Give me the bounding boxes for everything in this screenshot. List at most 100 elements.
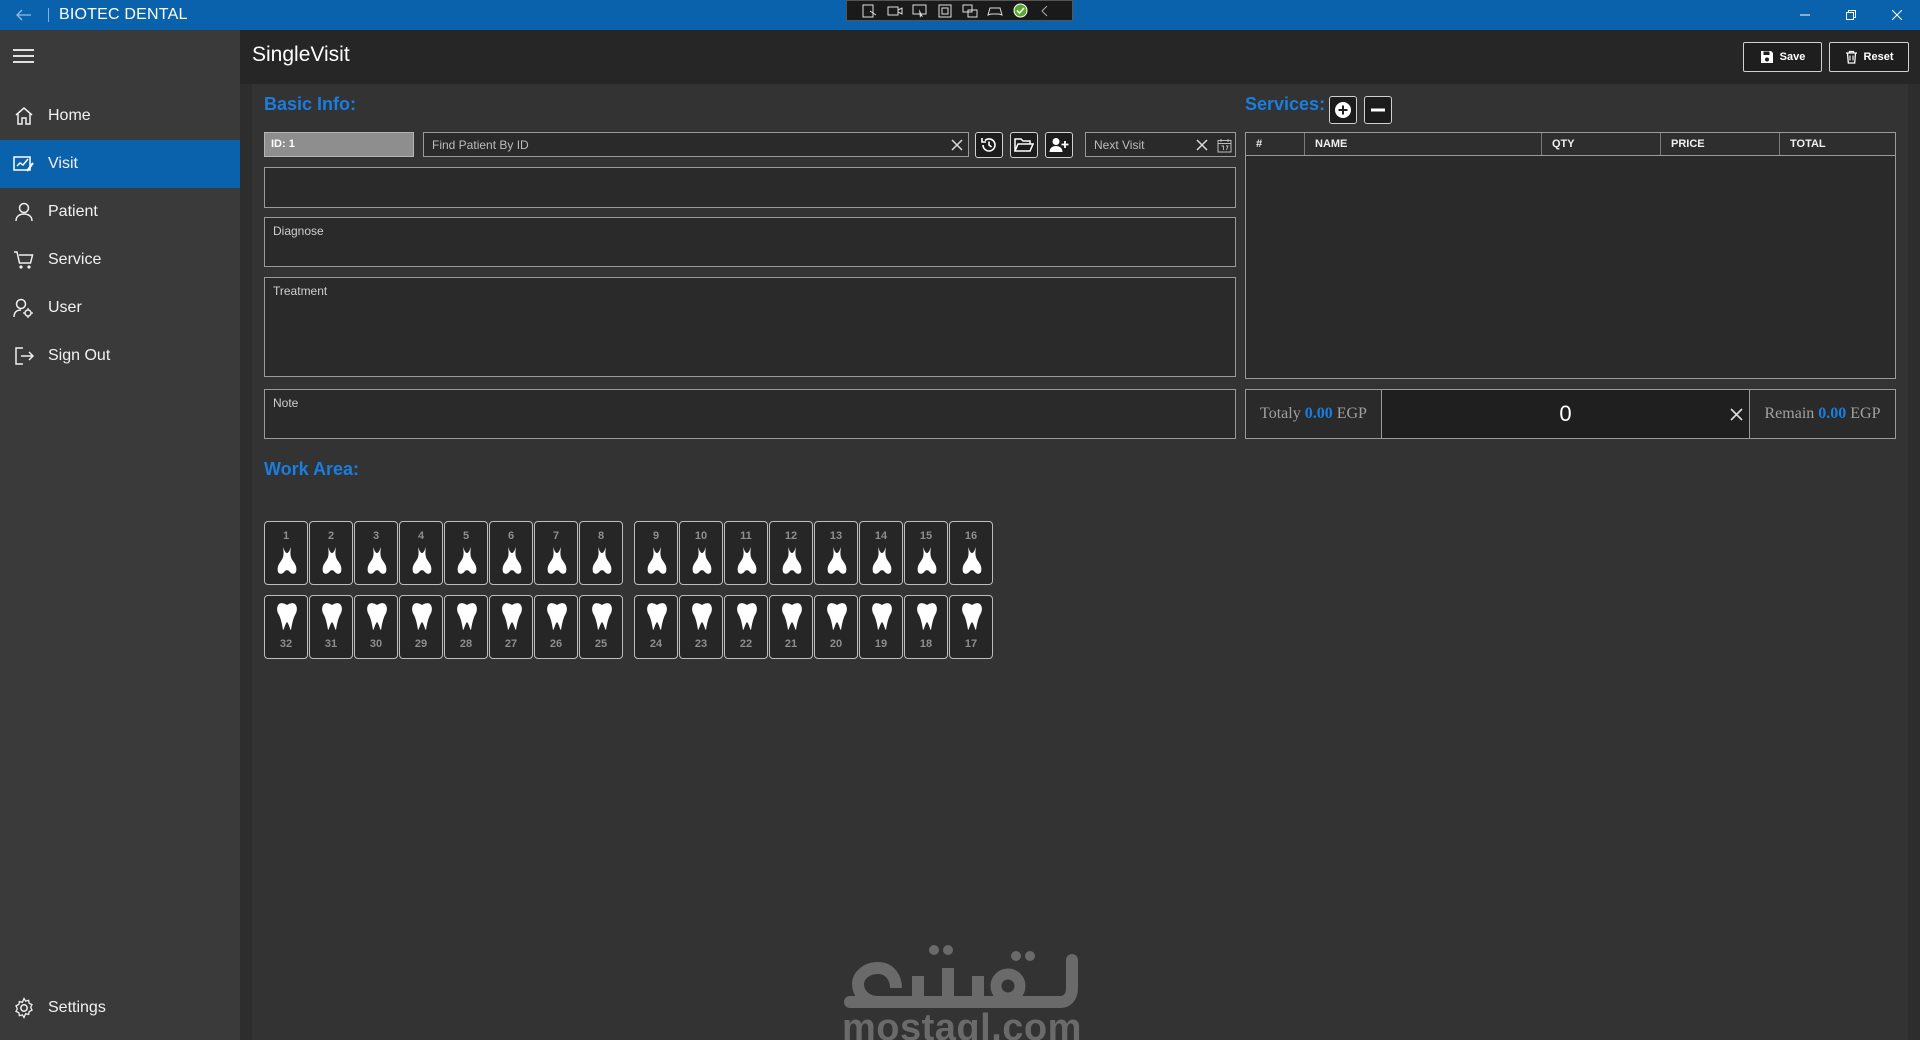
sidebar-item-service[interactable]: Service [0, 236, 240, 284]
tooth-icon [502, 547, 522, 574]
patient-name-field[interactable] [264, 167, 1236, 208]
tooth-5[interactable]: 5 [444, 521, 488, 585]
sidebar-item-settings[interactable]: Settings [0, 984, 240, 1032]
tooth-icon [872, 603, 892, 630]
tooth-icon [961, 602, 983, 632]
tooth-30[interactable]: 30 [354, 595, 398, 659]
minimize-button[interactable] [1782, 0, 1828, 30]
minus-icon [1371, 108, 1385, 112]
note-field[interactable]: Note [264, 389, 1236, 439]
tooth-number: 27 [504, 638, 518, 650]
tooth-4[interactable]: 4 [399, 521, 443, 585]
tooth-29[interactable]: 29 [399, 595, 443, 659]
tooth-25[interactable]: 25 [579, 595, 623, 659]
back-button[interactable] [0, 0, 48, 30]
sidebar-item-label: Patient [48, 203, 98, 220]
open-folder-button[interactable] [1010, 132, 1038, 158]
tooth-number: 13 [829, 530, 843, 542]
treatment-field[interactable]: Treatment [264, 277, 1236, 377]
switch-screen-icon[interactable] [961, 3, 979, 18]
close-window-button[interactable] [1874, 0, 1920, 30]
services-table: # NAME QTY PRICE TOTAL [1245, 132, 1896, 379]
tooth-icon [456, 546, 478, 576]
tooth-7[interactable]: 7 [534, 521, 578, 585]
paid-amount-input[interactable]: 0 [1382, 390, 1750, 438]
tooth-21[interactable]: 21 [769, 595, 813, 659]
tooth-19[interactable]: 19 [859, 595, 903, 659]
tooth-icon [501, 602, 523, 632]
tooth-18[interactable]: 18 [904, 595, 948, 659]
tooth-17[interactable]: 17 [949, 595, 993, 659]
tooth-27[interactable]: 27 [489, 595, 533, 659]
tooth-icon [456, 602, 478, 632]
calendar-button[interactable] [1215, 136, 1233, 154]
toolbar-tool-icon[interactable] [861, 3, 879, 18]
column-header[interactable]: # [1246, 133, 1305, 155]
restore-button[interactable] [1828, 0, 1874, 30]
diagnose-field[interactable]: Diagnose [264, 217, 1236, 267]
sidebar-item-user[interactable]: User [0, 284, 240, 332]
tooth-23[interactable]: 23 [679, 595, 723, 659]
column-header[interactable]: TOTAL [1780, 133, 1895, 155]
sidebar-item-patient[interactable]: Patient [0, 188, 240, 236]
next-visit-date-input[interactable]: Next Visit [1085, 132, 1236, 157]
clear-amount-button[interactable] [1727, 405, 1745, 423]
tooth-number: 11 [740, 530, 752, 542]
column-header[interactable]: PRICE [1661, 133, 1780, 155]
gamepad-icon[interactable] [986, 3, 1004, 18]
reset-button[interactable]: Reset [1829, 42, 1909, 72]
clear-next-visit-button[interactable] [1193, 136, 1211, 154]
tooth-31[interactable]: 31 [309, 595, 353, 659]
home-icon [12, 104, 36, 128]
remove-service-button[interactable] [1364, 96, 1392, 124]
pointer-icon[interactable] [911, 3, 929, 18]
tooth-28[interactable]: 28 [444, 595, 488, 659]
tooth-icon [591, 546, 613, 576]
patient-search-input[interactable]: Find Patient By ID [423, 132, 969, 157]
tooth-3[interactable]: 3 [354, 521, 398, 585]
clear-search-button[interactable] [948, 136, 966, 154]
column-header[interactable]: QTY [1542, 133, 1661, 155]
tooth-2[interactable]: 2 [309, 521, 353, 585]
tooth-20[interactable]: 20 [814, 595, 858, 659]
sidebar-item-label: User [48, 299, 82, 316]
tooth-12[interactable]: 12 [769, 521, 813, 585]
tooth-24[interactable]: 24 [634, 595, 678, 659]
fullscreen-icon[interactable] [936, 3, 954, 18]
tooth-15[interactable]: 15 [904, 521, 948, 585]
tooth-icon [322, 603, 342, 630]
visit-icon [12, 152, 36, 176]
collapse-icon[interactable] [1036, 3, 1054, 18]
tooth-32[interactable]: 32 [264, 595, 308, 659]
tooth-number: 17 [964, 638, 978, 650]
tooth-9[interactable]: 9 [634, 521, 678, 585]
add-patient-button[interactable] [1045, 132, 1073, 158]
tooth-13[interactable]: 13 [814, 521, 858, 585]
sidebar-item-sign-out[interactable]: Sign Out [0, 332, 240, 380]
tooth-16[interactable]: 16 [949, 521, 993, 585]
tooth-icon [411, 602, 433, 632]
tooth-10[interactable]: 10 [679, 521, 723, 585]
close-icon [1892, 10, 1902, 20]
history-button[interactable] [975, 132, 1003, 158]
remain-display: Remain 0.00 EGP [1750, 390, 1895, 438]
tooth-11[interactable]: 11 [724, 521, 768, 585]
column-header[interactable]: NAME [1305, 133, 1542, 155]
tooth-icon [916, 602, 938, 632]
content-panel: Basic Info: ID: 1 Find Patient By ID Nex… [252, 84, 1908, 1040]
tooth-8[interactable]: 8 [579, 521, 623, 585]
tooth-number: 24 [649, 638, 663, 650]
check-circle-icon[interactable] [1011, 3, 1029, 18]
add-service-button[interactable] [1329, 96, 1357, 124]
tooth-26[interactable]: 26 [534, 595, 578, 659]
work-area-title: Work Area: [264, 459, 360, 479]
video-icon[interactable] [886, 3, 904, 18]
tooth-1[interactable]: 1 [264, 521, 308, 585]
tooth-22[interactable]: 22 [724, 595, 768, 659]
sidebar-item-home[interactable]: Home [0, 92, 240, 140]
tooth-6[interactable]: 6 [489, 521, 533, 585]
sidebar-item-visit[interactable]: Visit [0, 140, 240, 188]
tooth-14[interactable]: 14 [859, 521, 903, 585]
hamburger-menu-button[interactable] [12, 46, 36, 66]
save-button[interactable]: Save [1743, 42, 1822, 72]
